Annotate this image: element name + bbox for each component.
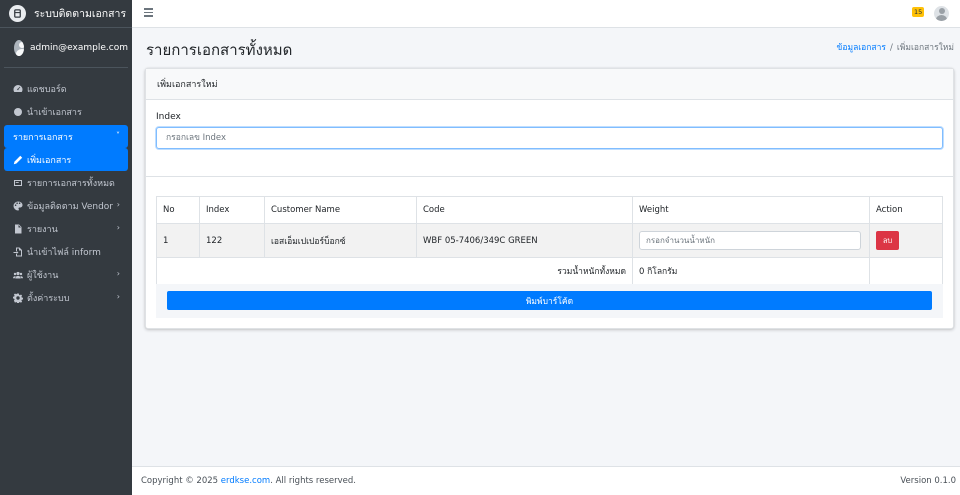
total-label: รวมน้ำหนักทั้งหมด <box>156 257 633 285</box>
sidebar-item-users[interactable]: ผู้ใช้งาน › <box>4 263 128 286</box>
card-title: เพิ่มเอกสารใหม่ <box>146 69 953 100</box>
column-header: No <box>156 196 200 224</box>
total-value: 0 กิโลกรัม <box>632 257 870 285</box>
cell-code: WBF 05-7406/349C GREEN <box>416 223 633 258</box>
page-title: รายการเอกสารทั้งหมด <box>146 41 293 59</box>
chevron-down-icon: ˅ <box>116 131 120 140</box>
sidebar-item-label: รายการเอกสารทั้งหมด <box>27 178 115 189</box>
brand-link[interactable]: ระบบติดตามเอกสาร <box>0 0 132 28</box>
table-row: 1 122 เอสเอ็มเปเปอร์บ็อกซ์ WBF 05-7406/3… <box>156 223 943 258</box>
sidebar-item-label: ข้อมูลติดตาม Vendor <box>27 201 114 212</box>
sidebar-item-settings[interactable]: ตั้งค่าระบบ › <box>4 286 128 309</box>
footer-version: Version 0.1.0 <box>900 476 956 486</box>
report-icon <box>13 224 23 234</box>
breadcrumb: ข้อมูลเอกสาร / เพิ่มเอกสารใหม่ <box>837 40 954 54</box>
sidebar-item-label: แดชบอร์ด <box>27 84 67 95</box>
sidebar-item-label: รายงาน <box>27 224 58 235</box>
cell-empty <box>869 257 943 285</box>
sidebar-item-import[interactable]: นำเข้าเอกสาร <box>4 100 128 123</box>
footer-link[interactable]: erdkse.com <box>221 476 270 486</box>
user-avatar[interactable] <box>934 6 949 21</box>
breadcrumb-current: เพิ่มเอกสารใหม่ <box>896 43 954 53</box>
weight-input[interactable] <box>639 231 861 250</box>
sidebar-item-label: รายการเอกสาร <box>13 132 73 143</box>
pencil-icon <box>13 155 23 165</box>
column-header: Code <box>416 196 633 224</box>
gear-icon <box>13 293 23 303</box>
cell-no: 1 <box>156 223 200 258</box>
users-icon <box>13 270 23 280</box>
sidebar-item-label: เพิ่มเอกสาร <box>27 155 72 166</box>
breadcrumb-link[interactable]: ข้อมูลเอกสาร <box>837 43 886 53</box>
sidebar-item-dashboard[interactable]: แดชบอร์ด <box>4 77 128 100</box>
column-header: Action <box>869 196 943 224</box>
chevron-right-icon: › <box>116 223 120 232</box>
copyright-suffix: . All rights reserved. <box>270 476 356 486</box>
sidebar-item-add-document[interactable]: เพิ่มเอกสาร <box>4 148 128 171</box>
total-row: รวมน้ำหนักทั้งหมด 0 กิโลกรัม <box>156 257 943 285</box>
print-area: พิมพ์บาร์โค้ด <box>156 284 943 318</box>
cell-weight <box>632 223 870 258</box>
sidebar-item-label: ผู้ใช้งาน <box>27 270 59 281</box>
cell-index: 122 <box>199 223 265 258</box>
add-document-card: เพิ่มเอกสารใหม่ Index No Index Customer … <box>145 68 954 329</box>
sidebar-item-label: นำเข้าเอกสาร <box>27 107 82 118</box>
sidebar-nav: แดชบอร์ด นำเข้าเอกสาร รายการเอกสาร ˅ เพิ… <box>0 68 132 309</box>
menu-toggle-icon[interactable] <box>144 8 153 17</box>
sidebar-item-import-inform[interactable]: นำเข้าไฟล์ inform <box>4 240 128 263</box>
copyright-text: Copyright © 2025 <box>141 476 219 486</box>
user-avatar <box>14 39 24 56</box>
delete-button[interactable]: ลบ <box>876 231 899 250</box>
circle-icon <box>13 107 23 117</box>
cell-customer: เอสเอ็มเปเปอร์บ็อกซ์ <box>264 223 417 258</box>
sidebar-item-report[interactable]: รายงาน › <box>4 217 128 240</box>
index-label: Index <box>156 112 181 122</box>
index-input[interactable] <box>156 127 943 149</box>
breadcrumb-separator: / <box>889 43 893 53</box>
sidebar-item-all-documents[interactable]: รายการเอกสารทั้งหมด <box>4 171 128 194</box>
documents-table: No Index Customer Name Code Weight Actio… <box>156 196 943 285</box>
sidebar-item-vendor[interactable]: ข้อมูลติดตาม Vendor › <box>4 194 128 217</box>
notification-badge[interactable]: 15 <box>912 7 925 17</box>
user-panel[interactable]: admin@example.com <box>4 28 128 68</box>
print-barcode-button[interactable]: พิมพ์บาร์โค้ด <box>167 291 932 310</box>
sidebar: ระบบติดตามเอกสาร admin@example.com แดชบอ… <box>0 0 132 495</box>
dashboard-icon <box>13 84 23 94</box>
sidebar-item-label: ตั้งค่าระบบ <box>27 293 70 304</box>
column-header: Index <box>199 196 265 224</box>
footer-copyright: Copyright © 2025 erdkse.com. All rights … <box>141 476 356 486</box>
chevron-right-icon: › <box>116 269 120 278</box>
user-email: admin@example.com <box>29 42 128 53</box>
chevron-right-icon: › <box>116 200 120 209</box>
cell-action: ลบ <box>869 223 943 258</box>
palette-icon <box>13 201 23 211</box>
sidebar-item-label: นำเข้าไฟล์ inform <box>27 247 101 258</box>
logo-icon <box>9 5 26 22</box>
brand-title: ระบบติดตามเอกสาร <box>34 8 127 20</box>
footer: Copyright © 2025 erdkse.com. All rights … <box>132 466 960 495</box>
list-icon <box>13 178 23 188</box>
topbar: 15 <box>132 0 960 28</box>
chevron-right-icon: › <box>116 292 120 301</box>
divider <box>146 176 953 177</box>
column-header: Weight <box>632 196 870 224</box>
column-header: Customer Name <box>264 196 417 224</box>
file-import-icon <box>13 247 23 257</box>
sidebar-item-documents[interactable]: รายการเอกสาร ˅ <box>4 125 128 148</box>
